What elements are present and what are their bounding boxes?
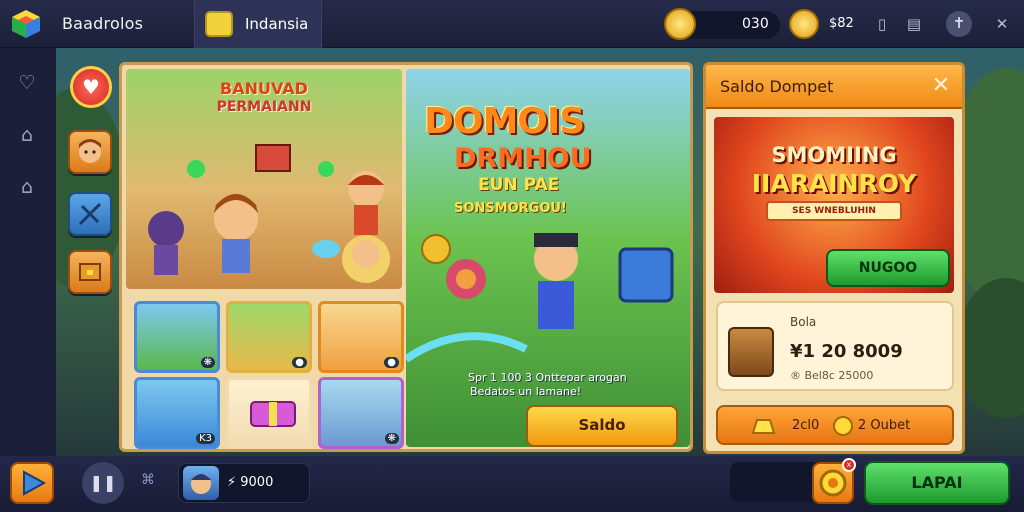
info-icon[interactable]: ✝ bbox=[946, 11, 972, 37]
house-icon[interactable]: ⌂ bbox=[12, 172, 42, 202]
promo-line3: SES WNEBLUHIN bbox=[766, 201, 902, 221]
chest-icon[interactable] bbox=[68, 250, 112, 294]
event-panel: BANUVAD PERMAIANN ❋ ● ● K3 ❋ DOMOIS DRMH… bbox=[119, 62, 693, 452]
thumbnail-card[interactable]: ❋ bbox=[134, 301, 220, 373]
home-icon[interactable]: ⌂ bbox=[12, 120, 42, 150]
promo-banner[interactable]: SMOMIING IIARAINROY SES WNEBLUHIN NUGOO bbox=[714, 117, 954, 293]
bottom-slot bbox=[730, 462, 824, 502]
coin-icon bbox=[833, 416, 853, 436]
left-banner-title: BANUVAD bbox=[220, 79, 308, 98]
main-title-line1: DOMOIS bbox=[424, 101, 585, 142]
close-icon[interactable]: ✕ bbox=[928, 73, 954, 99]
player-profile[interactable]: ⚡ 9000 bbox=[178, 463, 310, 503]
top-bar: Baadrolos Indansia 030 $82 ▯ ▤ ✝ ✕ bbox=[0, 0, 1024, 48]
promo-line1: SMOMIING bbox=[771, 143, 897, 167]
main-action-button[interactable]: LAPAI bbox=[864, 461, 1010, 505]
hero-illustration bbox=[406, 233, 674, 363]
thumbnail-card[interactable] bbox=[226, 377, 312, 449]
balance-subtext: ® Bel8c 25000 bbox=[790, 369, 874, 382]
coin-icon[interactable] bbox=[664, 8, 696, 40]
player-coins: ⚡ 9000 bbox=[227, 475, 274, 490]
hero-icon[interactable] bbox=[68, 130, 112, 174]
reward-value-2: 2 Oubet bbox=[858, 418, 911, 433]
balance-card: Bola ¥1 20 8009 ® Bel8c 25000 bbox=[716, 301, 954, 391]
close-icon[interactable]: ✕ bbox=[990, 12, 1014, 36]
promo-line2: IIARAINROY bbox=[751, 169, 917, 198]
pot-icon bbox=[728, 327, 774, 377]
characters-illustration bbox=[148, 144, 390, 283]
main-title-line2: DRMHOU bbox=[454, 143, 592, 174]
thumbnail-badge: ❋ bbox=[200, 357, 215, 368]
play-icon[interactable] bbox=[10, 462, 54, 504]
event-banner-main[interactable]: DOMOIS DRMHOU EUN PAE SONSMORGOU! Spr 1 … bbox=[406, 69, 690, 447]
main-title-line3: EUN PAE bbox=[478, 175, 560, 195]
app-title: Baadrolos bbox=[62, 14, 144, 33]
heart-link-icon[interactable]: ♡ bbox=[12, 68, 42, 98]
thumbnail-card[interactable]: K3 bbox=[134, 377, 220, 449]
wallet-panel-title: Saldo Dompet bbox=[720, 77, 834, 96]
avatar bbox=[183, 466, 219, 500]
event-description-line2: Bedatos un lamane! bbox=[470, 385, 582, 398]
notification-badge: x bbox=[842, 458, 856, 472]
pause-icon[interactable]: ❚❚ bbox=[82, 462, 124, 504]
thumbnail-card[interactable]: ❋ bbox=[318, 377, 404, 449]
thumbnail-card[interactable]: ● bbox=[226, 301, 312, 373]
heart-icon[interactable]: ♥ bbox=[70, 66, 112, 108]
gem-value: $82 bbox=[829, 16, 854, 31]
tab-label: Indansia bbox=[245, 15, 309, 33]
reward-value-1: 2cl0 bbox=[792, 418, 820, 433]
gift-icon bbox=[250, 401, 296, 427]
main-title-line4: SONSMORGOU! bbox=[454, 201, 567, 216]
gem-coin-icon[interactable] bbox=[789, 9, 819, 39]
event-description-line1: Spr 1 100 3 Onttepar arogan bbox=[468, 371, 627, 384]
map-icon[interactable] bbox=[68, 192, 112, 236]
thumbnail-badge: K3 bbox=[196, 433, 215, 444]
thumbnail-card[interactable]: ● bbox=[318, 301, 404, 373]
reward-bar[interactable]: 2cl0 2 Oubet bbox=[716, 405, 954, 445]
window-icon[interactable]: ▤ bbox=[902, 12, 926, 36]
balance-label: Bola bbox=[790, 315, 817, 329]
bush-decoration bbox=[956, 278, 1024, 418]
mobile-icon[interactable]: ▯ bbox=[870, 12, 894, 36]
event-banner-left[interactable]: BANUVAD PERMAIANN bbox=[126, 69, 402, 289]
gold-bar-icon bbox=[751, 419, 776, 434]
promo-button[interactable]: NUGOO bbox=[826, 249, 950, 287]
tab-game[interactable]: Indansia bbox=[194, 0, 322, 48]
wallet-panel: Saldo Dompet ✕ SMOMIING IIARAINROY SES W… bbox=[703, 62, 965, 454]
wallet-panel-header: Saldo Dompet ✕ bbox=[706, 65, 962, 109]
thumbnail-badge: ● bbox=[384, 357, 399, 368]
balance-amount: ¥1 20 8009 bbox=[790, 341, 903, 362]
controller-icon bbox=[205, 11, 233, 37]
event-play-button[interactable]: Saldo bbox=[526, 405, 678, 447]
gamepad-icon[interactable]: ⌘ bbox=[136, 472, 160, 494]
thumbnail-badge: ❋ bbox=[384, 433, 399, 444]
coin-value: 030 bbox=[742, 16, 769, 32]
thumbnail-badge: ● bbox=[292, 357, 307, 368]
app-logo-icon bbox=[12, 10, 40, 38]
left-nav: ♡ ⌂ ⌂ bbox=[0, 48, 56, 456]
